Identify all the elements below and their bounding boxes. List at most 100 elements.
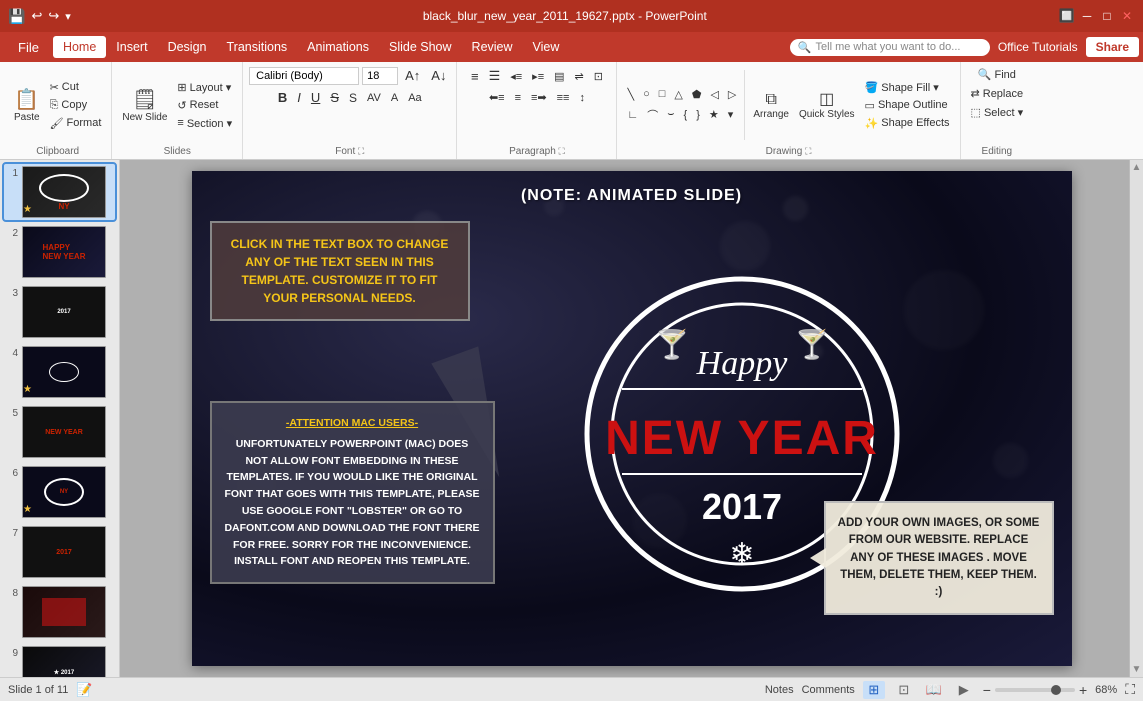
shape-9[interactable]: ⌒	[643, 105, 662, 125]
reset-button[interactable]: ↺ Reset	[173, 97, 236, 114]
indent-less-button[interactable]: ◂≡	[506, 68, 526, 85]
arrange-button[interactable]: ⧉ Arrange	[749, 88, 793, 122]
slide-thumb-2[interactable]: 2 HAPPYNEW YEAR	[4, 224, 115, 280]
new-slide-button[interactable]: 🗒 New Slide	[118, 86, 171, 125]
text-dir-button[interactable]: ⇌	[571, 68, 588, 85]
replace-button[interactable]: ⇄ Replace	[967, 85, 1028, 102]
clear-format-button[interactable]: Aa	[404, 90, 425, 106]
shape-7[interactable]: ▷	[724, 86, 740, 103]
shape-3[interactable]: □	[655, 86, 670, 103]
zoom-slider[interactable]	[995, 688, 1075, 692]
share-button[interactable]: Share	[1086, 37, 1139, 57]
section-button[interactable]: ≡ Section ▾	[173, 115, 236, 132]
shape-6[interactable]: ◁	[706, 86, 722, 103]
indent-more-button[interactable]: ▸≡	[528, 68, 548, 85]
layout-button[interactable]: ⊞ Layout ▾	[173, 79, 236, 96]
restore-icon[interactable]: 🔲	[1059, 8, 1075, 24]
slide-thumb-4[interactable]: 4 ★	[4, 344, 115, 400]
tab-animations[interactable]: Animations	[297, 36, 379, 58]
tab-view[interactable]: View	[523, 36, 570, 58]
justify-button[interactable]: ≡≡	[553, 90, 574, 106]
tab-home[interactable]: Home	[53, 36, 106, 58]
reading-view-button[interactable]: 📖	[923, 681, 945, 699]
shape-5[interactable]: ⬟	[688, 86, 706, 103]
drawing-expand-icon[interactable]: ⛶	[805, 146, 811, 156]
cut-button[interactable]: ✂ Cut	[46, 79, 106, 96]
align-center-button[interactable]: ≡	[511, 90, 525, 106]
normal-view-button[interactable]: ⊞	[863, 681, 885, 699]
bullets-button[interactable]: ≡	[467, 67, 483, 86]
save-icon[interactable]: 💾	[8, 8, 25, 25]
close-button[interactable]: ✕	[1119, 8, 1135, 24]
fit-to-window-button[interactable]: ⛶	[1125, 681, 1135, 698]
shape-expand-icon[interactable]: ▾	[724, 105, 738, 125]
shape-10[interactable]: ⌣	[663, 105, 678, 125]
shape-fill-button[interactable]: 🪣 Shape Fill ▾	[861, 79, 954, 96]
scroll-down-button[interactable]: ▼	[1130, 662, 1143, 677]
underline-button[interactable]: U	[307, 88, 324, 107]
find-button[interactable]: 🔍 Find	[974, 66, 1020, 83]
paragraph-expand-icon[interactable]: ⛶	[559, 146, 565, 156]
paste-button[interactable]: 📋 Paste	[10, 86, 44, 125]
font-color-button[interactable]: A	[387, 90, 402, 106]
slide-thumb-6[interactable]: 6 NY ★	[4, 464, 115, 520]
slide-canvas[interactable]: (NOTE: ANIMATED SLIDE) CLICK IN THE TEXT…	[192, 171, 1072, 666]
zoom-level[interactable]: 68%	[1095, 684, 1117, 696]
slideshow-button[interactable]: ▶	[953, 681, 975, 699]
shape-13[interactable]: ★	[705, 105, 723, 125]
numbering-button[interactable]: ☰	[485, 66, 505, 86]
slide-thumb-7[interactable]: 7 2017	[4, 524, 115, 580]
bold-button[interactable]: B	[274, 88, 291, 107]
line-spacing-button[interactable]: ↕	[575, 90, 589, 106]
font-family-select[interactable]: Calibri (Body)	[249, 67, 359, 85]
info-box-customize[interactable]: CLICK IN THE TEXT BOX TO CHANGE ANY OF T…	[210, 221, 470, 321]
minimize-button[interactable]: ─	[1079, 8, 1095, 24]
select-button[interactable]: ⬚ Select ▾	[967, 104, 1028, 121]
col-button[interactable]: ▤	[550, 68, 568, 85]
zoom-out-button[interactable]: −	[983, 682, 991, 698]
shape-8[interactable]: ∟	[623, 105, 642, 125]
quick-styles-button[interactable]: ◫ Quick Styles	[795, 88, 859, 122]
tab-review[interactable]: Review	[462, 36, 523, 58]
slide-thumb-1[interactable]: 1 NY ★	[4, 164, 115, 220]
info-box-mac-users[interactable]: -ATTENTION MAC USERS- UNFORTUNATELY POWE…	[210, 401, 495, 584]
italic-button[interactable]: I	[293, 88, 305, 107]
decrease-font-button[interactable]: A↓	[427, 66, 450, 85]
shape-effects-button[interactable]: ✨ Shape Effects	[861, 115, 954, 132]
slide-sorter-button[interactable]: ⊡	[893, 681, 915, 699]
copy-button[interactable]: ⎘ Copy	[46, 97, 106, 114]
font-expand-icon[interactable]: ⛶	[358, 146, 364, 156]
tab-slideshow[interactable]: Slide Show	[379, 36, 462, 58]
slide-thumb-5[interactable]: 5 NEW YEAR	[4, 404, 115, 460]
file-menu[interactable]: File	[4, 32, 53, 62]
undo-icon[interactable]: ↩	[31, 8, 42, 24]
shape-4[interactable]: △	[670, 86, 686, 103]
tab-design[interactable]: Design	[158, 36, 217, 58]
info-box-images[interactable]: ADD YOUR OWN IMAGES, OR SOME FROM OUR WE…	[824, 501, 1054, 615]
notes-button[interactable]: Notes	[765, 684, 794, 696]
maximize-button[interactable]: □	[1099, 8, 1115, 24]
search-box[interactable]: 🔍 Tell me what you want to do...	[790, 39, 990, 56]
shape-11[interactable]: {	[680, 105, 692, 125]
font-size-select[interactable]: 18	[362, 67, 398, 85]
shadow-button[interactable]: S	[345, 89, 361, 107]
scroll-up-button[interactable]: ▲	[1130, 160, 1143, 175]
align-left-button[interactable]: ⬅≡	[485, 89, 509, 106]
shape-outline-button[interactable]: ▭ Shape Outline	[861, 97, 954, 114]
align-right-button[interactable]: ≡➡	[527, 89, 551, 106]
right-scrollbar[interactable]: ▲ ▼	[1129, 160, 1143, 677]
redo-icon[interactable]: ↪	[48, 8, 59, 24]
slide-thumb-3[interactable]: 3 2017	[4, 284, 115, 340]
char-spacing-button[interactable]: AV	[363, 90, 385, 106]
slide-thumb-8[interactable]: 8	[4, 584, 115, 640]
shape-2[interactable]: ○	[639, 86, 654, 103]
tab-insert[interactable]: Insert	[106, 36, 157, 58]
shape-12[interactable]: }	[692, 105, 704, 125]
shape-1[interactable]: ╲	[623, 86, 638, 103]
strikethrough-button[interactable]: S	[326, 88, 343, 107]
format-painter-button[interactable]: 🖌 Format	[46, 115, 106, 132]
increase-font-button[interactable]: A↑	[401, 66, 424, 85]
office-tutorials-link[interactable]: Office Tutorials	[998, 40, 1078, 54]
tab-transitions[interactable]: Transitions	[216, 36, 297, 58]
slide-thumb-9[interactable]: 9 ★ 2017	[4, 644, 115, 677]
